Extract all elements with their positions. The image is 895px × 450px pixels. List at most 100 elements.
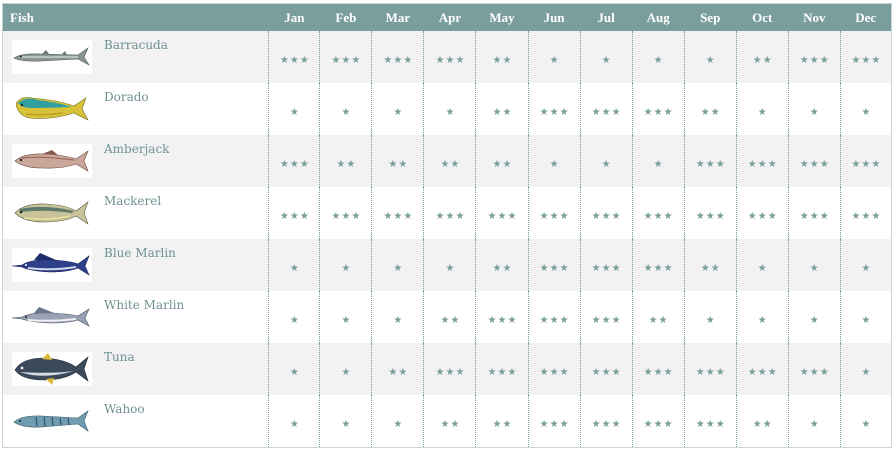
star-icon: ★ (398, 366, 408, 378)
star-icon: ★ (871, 54, 881, 66)
star-rating: ★ (289, 314, 299, 326)
table-row: Mackerel ★★★ ★★★ ★★★ ★★★ ★★★ ★★★ ★★★ ★★★ ★★★ ★★★ ★★… (2, 187, 892, 239)
star-rating: ★ (341, 367, 351, 378)
star-rating: ★★ (700, 262, 720, 274)
star-rating: ★★★ (799, 366, 829, 378)
star-icon: ★ (435, 54, 445, 66)
star-icon: ★ (799, 158, 809, 170)
star-icon: ★ (643, 210, 653, 222)
star-rating: ★ (757, 262, 767, 274)
rating-cell-apr: ★★★ (423, 187, 476, 239)
star-icon: ★ (393, 262, 403, 274)
star-rating: ★ (289, 263, 299, 274)
star-rating: ★ (289, 367, 299, 378)
star-icon: ★ (819, 366, 829, 378)
star-rating: ★★★ (591, 210, 621, 222)
star-rating: ★ (757, 315, 767, 326)
star-icon: ★ (549, 158, 559, 170)
star-rating: ★★ (440, 315, 460, 326)
star-icon: ★ (700, 106, 710, 118)
star-rating: ★★ (440, 419, 460, 430)
star-rating: ★★★ (539, 418, 569, 430)
star-icon: ★ (591, 418, 601, 430)
column-header-sep: Sep (684, 3, 737, 31)
star-icon: ★ (695, 158, 705, 170)
star-icon: ★ (757, 158, 767, 170)
star-icon: ★ (663, 210, 673, 222)
header-row: Fish Jan Feb Mar Apr May Jun Jul Aug Sep… (2, 3, 892, 31)
rating-cell-may: ★★ (475, 239, 529, 291)
star-icon: ★ (752, 418, 762, 430)
rating-cell-jul: ★★★ (579, 395, 633, 448)
star-icon: ★ (289, 418, 299, 430)
star-icon: ★ (715, 158, 725, 170)
star-icon: ★ (539, 262, 549, 274)
star-rating: ★ (705, 315, 715, 326)
star-icon: ★ (388, 158, 398, 170)
star-icon: ★ (809, 54, 819, 66)
star-icon: ★ (705, 418, 715, 430)
rating-cell-nov: ★★★ (787, 187, 841, 239)
star-icon: ★ (289, 314, 299, 326)
barracuda-image (12, 40, 92, 74)
star-rating: ★★ (752, 418, 772, 430)
star-icon: ★ (715, 418, 725, 430)
rating-cell-sep: ★★★ (683, 187, 737, 239)
star-icon: ★ (539, 418, 549, 430)
fish-name-dorado: Dorado (104, 90, 149, 104)
mackerel-image (12, 196, 92, 230)
star-icon: ★ (435, 366, 445, 378)
star-icon: ★ (336, 158, 346, 170)
column-header-feb: Feb (319, 3, 372, 31)
rating-cell-jun: ★ (527, 135, 581, 187)
rating-cell-aug: ★ (631, 135, 685, 187)
star-icon: ★ (767, 158, 777, 170)
star-icon: ★ (653, 210, 663, 222)
column-header-aug: Aug (632, 3, 685, 31)
rating-cell-mar: ★★ (371, 343, 424, 395)
star-icon: ★ (695, 366, 705, 378)
star-icon: ★ (559, 210, 569, 222)
star-icon: ★ (700, 262, 710, 274)
star-icon: ★ (762, 418, 772, 430)
star-icon: ★ (549, 262, 559, 274)
star-icon: ★ (809, 262, 819, 274)
star-icon: ★ (403, 54, 413, 66)
star-rating: ★★★ (383, 211, 413, 222)
star-icon: ★ (658, 314, 668, 326)
star-icon: ★ (487, 366, 497, 378)
star-icon: ★ (601, 210, 611, 222)
rating-cell-sep: ★★ (683, 239, 737, 291)
column-header-apr: Apr (423, 3, 476, 31)
star-icon: ★ (611, 262, 621, 274)
table-row: Tuna ★ ★ ★★ ★★★ ★★★ ★★★ ★★★ ★★★ ★★★ ★★★ ★★★ ★ (2, 343, 892, 395)
star-icon: ★ (799, 54, 809, 66)
star-rating: ★★ (492, 419, 512, 430)
star-icon: ★ (611, 106, 621, 118)
star-icon: ★ (851, 158, 861, 170)
star-rating: ★★★ (643, 366, 673, 378)
rating-cell-jul: ★★★ (579, 343, 633, 395)
star-icon: ★ (351, 210, 361, 222)
star-icon: ★ (663, 366, 673, 378)
star-icon: ★ (643, 366, 653, 378)
rating-cell-dec: ★ (839, 343, 892, 395)
star-icon: ★ (757, 262, 767, 274)
star-rating: ★★★ (539, 262, 569, 274)
star-rating: ★ (861, 263, 871, 274)
star-icon: ★ (799, 366, 809, 378)
rating-cell-sep: ★ (683, 291, 737, 343)
column-header-jun: Jun (528, 3, 581, 31)
star-rating: ★★ (648, 314, 668, 326)
rating-cell-may: ★★ (475, 135, 529, 187)
star-icon: ★ (539, 314, 549, 326)
rating-cell-aug: ★★ (631, 291, 685, 343)
fish-name-amberjack: Amberjack (104, 142, 170, 156)
rating-cell-jul: ★ (579, 135, 633, 187)
star-icon: ★ (861, 106, 871, 118)
star-rating: ★ (445, 107, 455, 118)
star-icon: ★ (710, 106, 720, 118)
rating-cell-apr: ★ (423, 83, 476, 135)
star-icon: ★ (341, 262, 351, 274)
table-row: Amberjack ★★★ ★★ ★★ ★★ ★★ ★ ★ ★ ★★★ ★★★ ★★★ ★★★ (2, 135, 892, 187)
